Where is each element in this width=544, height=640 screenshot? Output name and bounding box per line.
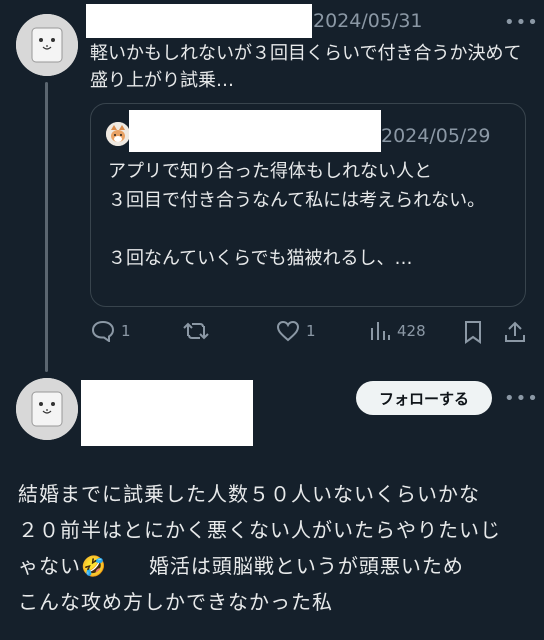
- views-chart-icon: [371, 322, 390, 340]
- quote-text: アプリで知り合った得体もしれない人と ３回目で付き合うなんて私には考えられない。…: [108, 161, 486, 269]
- quote-avatar: [106, 122, 130, 146]
- post-text-line: ゃない🤣 婚活は頭脳戦というが頭悪いため: [18, 554, 464, 578]
- views-count: 428: [397, 322, 426, 340]
- share-button[interactable]: [503, 320, 527, 344]
- share-icon: [505, 321, 525, 342]
- post-text-line: 結婚までに試乗した人数５０人いないくらいかな: [18, 482, 480, 506]
- reply-count: 1: [121, 322, 131, 340]
- reply-icon: [91, 320, 115, 342]
- quoted-post-card[interactable]: 2024/05/29 アプリで知り合った得体もしれない人と ３回目で付き合うなん…: [90, 103, 526, 307]
- post-text: 結婚までに試乗した人数５０人いないくらいかな ２０前半はとにかく悪くない人がいた…: [18, 476, 538, 620]
- quote-date: 2024/05/29: [381, 125, 491, 147]
- bookmark-icon: [465, 321, 481, 344]
- avatar[interactable]: [16, 14, 78, 76]
- more-options-icon[interactable]: •••: [504, 388, 539, 409]
- post-date: 2024/05/31: [313, 10, 423, 32]
- post-text: 軽いかもしれないが３回目くらいで付き合うか決めて盛り上がり試乗…: [90, 43, 522, 91]
- heart-icon: [276, 320, 300, 342]
- bookmark-button[interactable]: [463, 320, 483, 344]
- avatar[interactable]: [16, 378, 78, 440]
- redacted-username: [81, 380, 253, 446]
- redacted-username: [86, 4, 312, 38]
- cat-drawing-icon: [16, 378, 78, 440]
- cat-drawing-icon: [16, 14, 78, 76]
- redacted-quote-username: [129, 110, 381, 152]
- retweet-icon: [183, 322, 209, 340]
- like-count: 1: [306, 322, 316, 340]
- post-text-line: ２０前半はとにかく悪くない人がいたらやりたいじ: [18, 518, 501, 542]
- follow-button[interactable]: フォローする: [356, 381, 492, 415]
- post-text-line: こんな攻め方しかできなかった私: [18, 590, 333, 614]
- reply-button[interactable]: 1: [91, 320, 131, 342]
- fox-icon: [106, 122, 130, 146]
- retweet-button[interactable]: [183, 320, 215, 342]
- more-options-icon[interactable]: •••: [504, 12, 539, 33]
- like-button[interactable]: 1: [276, 320, 316, 342]
- views-button[interactable]: 428: [369, 320, 426, 342]
- thread-line: [45, 82, 48, 372]
